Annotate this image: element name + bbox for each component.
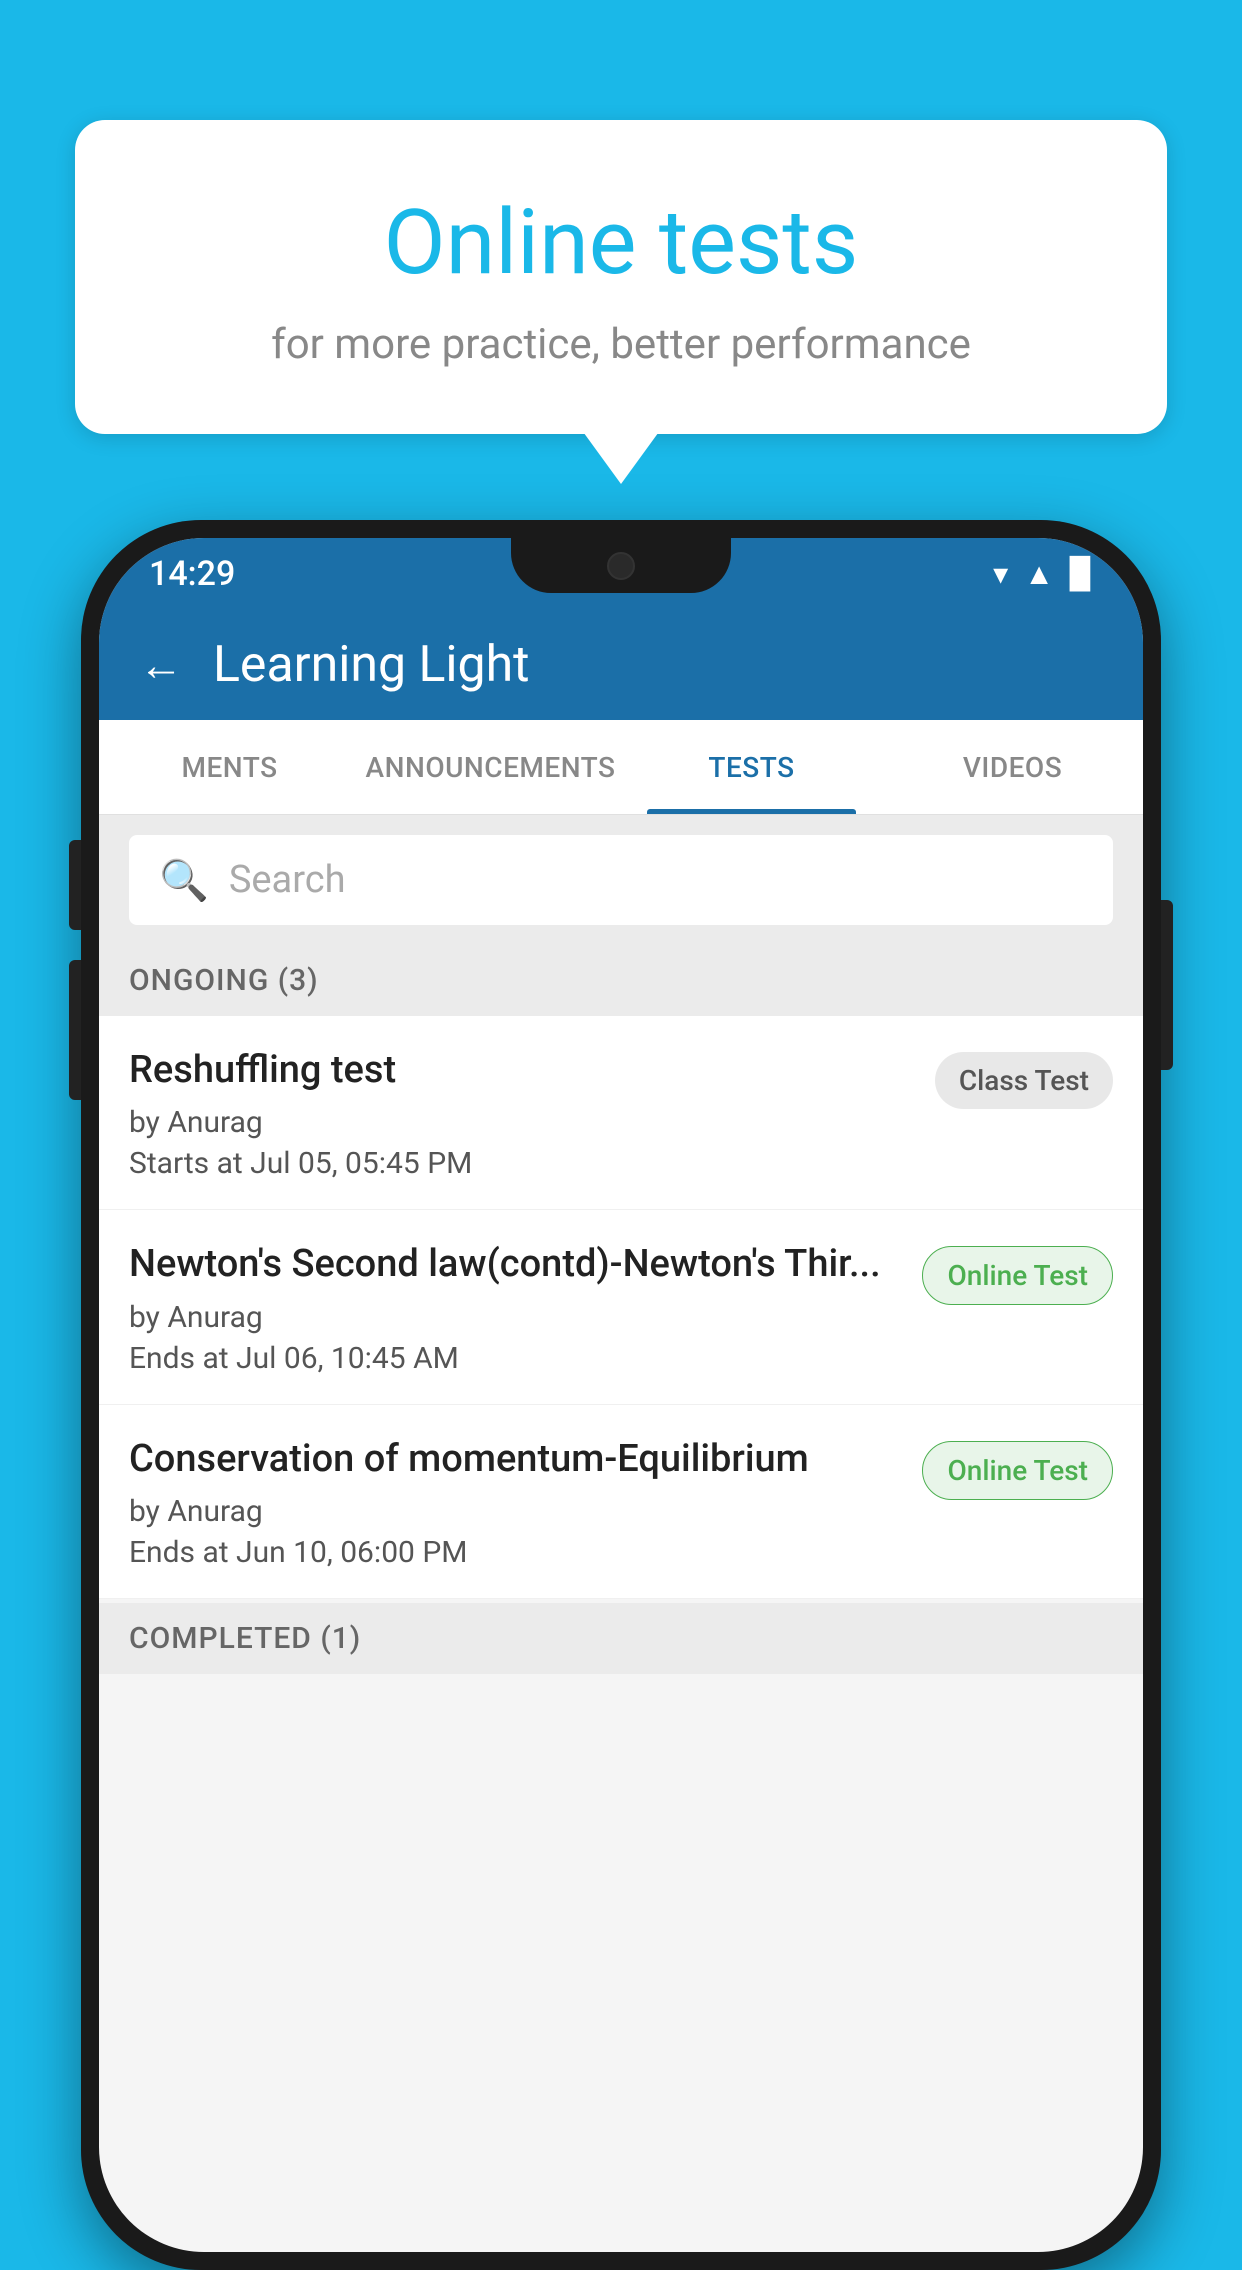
test-list: Reshuffling test by Anurag Starts at Jul…	[99, 1016, 1143, 1599]
search-container: 🔍 Search	[99, 815, 1143, 945]
tab-ments[interactable]: MENTS	[99, 720, 360, 814]
bubble-subtitle: for more practice, better performance	[155, 320, 1087, 369]
battery-icon: ▉	[1070, 557, 1093, 592]
phone-camera	[607, 552, 635, 580]
power-button	[1161, 900, 1173, 1070]
bubble-title: Online tests	[155, 190, 1087, 295]
tab-tests[interactable]: TESTS	[621, 720, 882, 814]
test-author-2: by Anurag	[129, 1300, 902, 1335]
test-author-1: by Anurag	[129, 1105, 915, 1140]
test-time-2: Ends at Jul 06, 10:45 AM	[129, 1341, 902, 1376]
search-box[interactable]: 🔍 Search	[129, 835, 1113, 925]
app-bar: ← Learning Light	[99, 610, 1143, 720]
test-item-3[interactable]: Conservation of momentum-Equilibrium by …	[99, 1405, 1143, 1599]
search-icon: 🔍	[159, 857, 209, 904]
completed-section-header: COMPLETED (1)	[99, 1603, 1143, 1674]
test-info-3: Conservation of momentum-Equilibrium by …	[129, 1435, 922, 1570]
app-title: Learning Light	[213, 636, 530, 694]
test-badge-1: Class Test	[935, 1052, 1113, 1109]
test-time-3: Ends at Jun 10, 06:00 PM	[129, 1535, 902, 1570]
completed-label: COMPLETED (1)	[129, 1621, 361, 1656]
tab-videos[interactable]: VIDEOS	[882, 720, 1143, 814]
signal-icon: ▲	[1024, 557, 1054, 592]
status-icons: ▾ ▲ ▉	[993, 557, 1093, 592]
search-placeholder: Search	[229, 858, 346, 902]
ongoing-section-header: ONGOING (3)	[99, 945, 1143, 1016]
status-time: 14:29	[149, 554, 235, 594]
test-info-1: Reshuffling test by Anurag Starts at Jul…	[129, 1046, 935, 1181]
phone-screen: 14:29 ▾ ▲ ▉ ← Learning Light MENTS ANNOU…	[99, 538, 1143, 2252]
phone-notch	[511, 538, 731, 593]
speech-bubble: Online tests for more practice, better p…	[75, 120, 1167, 434]
test-time-1: Starts at Jul 05, 05:45 PM	[129, 1146, 915, 1181]
phone-frame: 14:29 ▾ ▲ ▉ ← Learning Light MENTS ANNOU…	[81, 520, 1161, 2270]
test-badge-2: Online Test	[922, 1246, 1113, 1305]
ongoing-label: ONGOING (3)	[129, 963, 319, 998]
volume-button-up	[69, 840, 81, 930]
tab-bar: MENTS ANNOUNCEMENTS TESTS VIDEOS	[99, 720, 1143, 815]
test-name-3: Conservation of momentum-Equilibrium	[129, 1435, 902, 1484]
speech-bubble-container: Online tests for more practice, better p…	[75, 120, 1167, 434]
back-button[interactable]: ←	[139, 639, 183, 691]
test-item-2[interactable]: Newton's Second law(contd)-Newton's Thir…	[99, 1210, 1143, 1404]
test-author-3: by Anurag	[129, 1494, 902, 1529]
wifi-icon: ▾	[993, 557, 1008, 592]
test-item-1[interactable]: Reshuffling test by Anurag Starts at Jul…	[99, 1016, 1143, 1210]
test-badge-3: Online Test	[922, 1441, 1113, 1500]
test-name-2: Newton's Second law(contd)-Newton's Thir…	[129, 1240, 902, 1289]
test-info-2: Newton's Second law(contd)-Newton's Thir…	[129, 1240, 922, 1375]
volume-button-down	[69, 960, 81, 1100]
tab-announcements[interactable]: ANNOUNCEMENTS	[360, 720, 621, 814]
phone-outer: 14:29 ▾ ▲ ▉ ← Learning Light MENTS ANNOU…	[81, 520, 1161, 2270]
test-name-1: Reshuffling test	[129, 1046, 915, 1095]
